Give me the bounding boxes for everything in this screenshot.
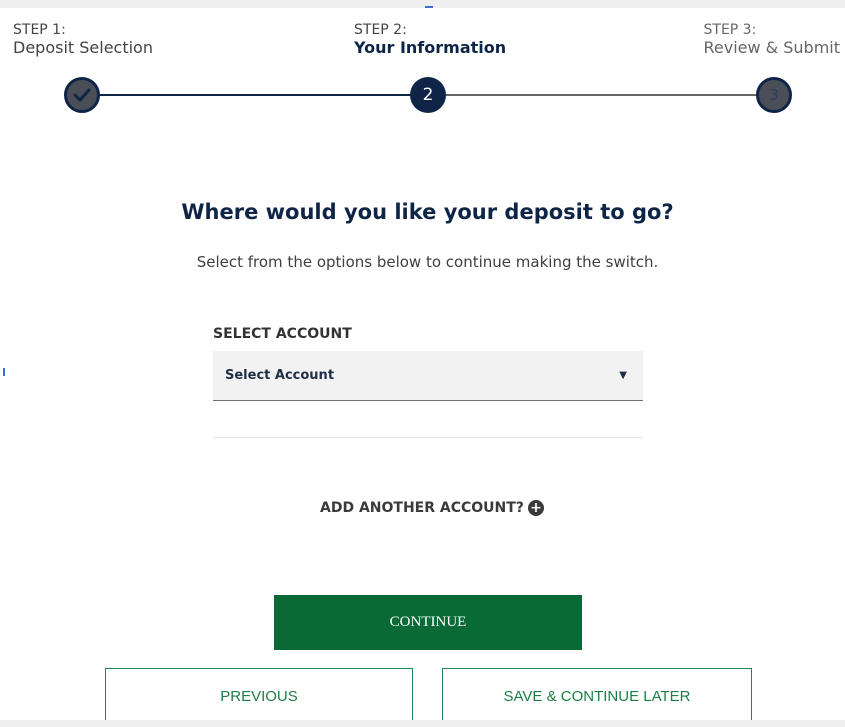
step-3: STEP 3: Review & Submit [704,22,841,58]
page-subtitle: Select from the options below to continu… [196,253,659,271]
add-another-account-link[interactable]: ADD ANOTHER ACCOUNT? + [320,500,544,516]
step-title: Your Information [354,38,507,57]
add-account-label: ADD ANOTHER ACCOUNT? [320,500,524,516]
continue-button[interactable]: CONTINUE [274,595,582,650]
step-2: STEP 2: Your Information [354,22,506,58]
account-select[interactable]: Select Account ▼ [213,351,643,401]
step-3-marker: 3 [756,77,792,113]
plus-circle-icon: + [527,500,544,516]
step-number-label: STEP 1: [13,22,66,38]
previous-button[interactable]: PREVIOUS [105,668,413,724]
step-1: STEP 1: Deposit Selection [13,22,153,58]
window-top-edge [0,0,845,8]
edge-marker [3,368,5,376]
step-number-label: STEP 2: [354,22,407,38]
edge-marker [425,6,433,8]
checkmark-icon [73,88,91,102]
step-title: Deposit Selection [13,38,153,57]
step-1-complete-marker [64,77,100,113]
step-title: Review & Submit [703,38,841,57]
account-field-label: SELECT ACCOUNT [213,326,352,342]
caret-down-icon: ▼ [619,370,627,381]
page-title: Where would you like your deposit to go? [181,200,674,224]
divider [213,437,643,438]
window-bottom-edge [0,720,845,727]
step-number-label: STEP 3: [703,22,757,38]
step-2-marker: 2 [410,77,446,113]
account-select-value: Select Account [225,368,335,383]
stepper-track-upcoming [428,94,774,96]
save-and-continue-later-button[interactable]: SAVE & CONTINUE LATER [442,668,752,724]
stepper-track-complete [84,94,428,96]
